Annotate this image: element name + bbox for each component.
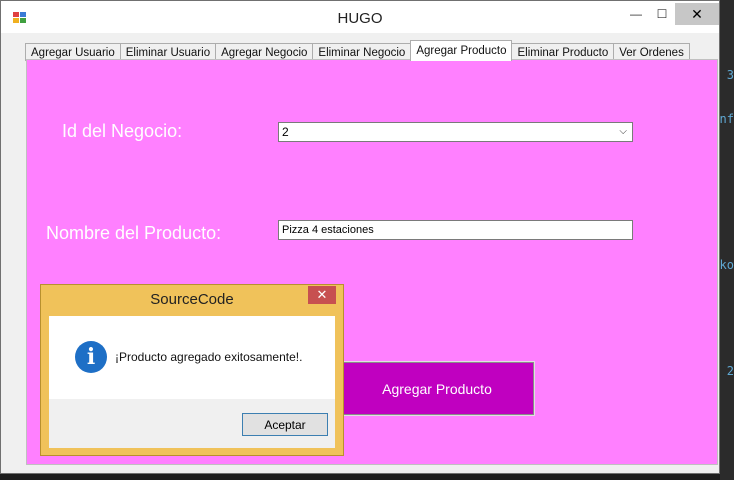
dialog-title: SourceCode <box>150 291 234 308</box>
close-button[interactable]: ✕ <box>675 3 719 25</box>
negocio-select-value: 2 <box>282 125 289 139</box>
tab-strip: Agregar Usuario Eliminar Usuario Agregar… <box>25 40 690 61</box>
negocio-label: Id del Negocio: <box>62 121 183 141</box>
background-text: nf <box>719 112 734 126</box>
window-title: HUGO <box>337 10 383 27</box>
background-text: ko <box>719 258 734 272</box>
agregar-producto-button[interactable]: Agregar Producto <box>339 361 535 416</box>
dialog-content: i ¡Producto agregado exitosamente!. <box>49 316 335 399</box>
dialog-message: ¡Producto agregado exitosamente!. <box>115 350 303 364</box>
title-bar[interactable]: HUGO — ☐ ✕ <box>1 1 719 33</box>
producto-label: Nombre del Producto: <box>46 223 222 243</box>
producto-input[interactable]: Pizza 4 estaciones <box>278 220 633 240</box>
chevron-down-icon[interactable]: ⌵ <box>619 123 627 141</box>
dialog-body: i ¡Producto agregado exitosamente!. Acep… <box>49 316 335 448</box>
dialog-close-button[interactable]: ✕ <box>308 286 336 304</box>
background-text: 3 <box>726 68 734 82</box>
message-dialog: SourceCode ✕ i ¡Producto agregado exitos… <box>40 284 344 456</box>
maximize-button[interactable]: ☐ <box>647 3 677 25</box>
tab-agregar-producto[interactable]: Agregar Producto <box>410 40 513 61</box>
negocio-select[interactable]: 2 ⌵ <box>278 122 633 142</box>
aceptar-button[interactable]: Aceptar <box>242 413 328 436</box>
info-icon: i <box>75 341 107 373</box>
